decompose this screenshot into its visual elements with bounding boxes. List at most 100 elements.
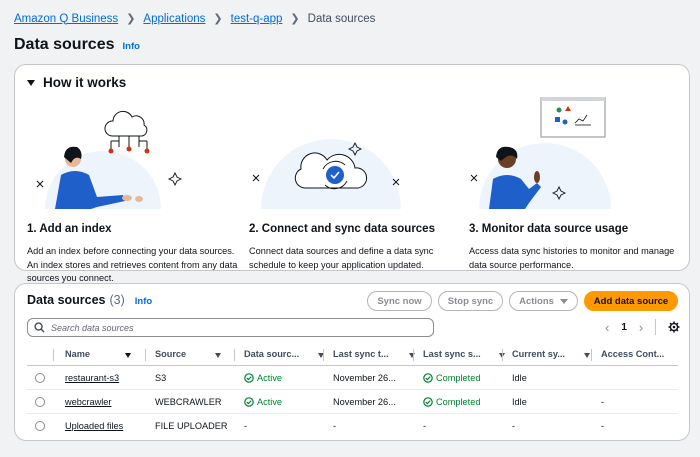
- chevron-right-icon: ❯: [126, 13, 136, 25]
- breadcrumb-amazon-q-business[interactable]: Amazon Q Business: [14, 13, 118, 25]
- column-header-name[interactable]: Name: [65, 349, 145, 359]
- column-header-last-sync-status[interactable]: Last sync s...: [423, 349, 505, 359]
- how-it-works-panel: How it works 1. Add an index Add an inde…: [14, 64, 690, 283]
- data-sources-title: Data sources: [27, 293, 106, 307]
- monitor-usage-illustration: [469, 97, 689, 215]
- sort-caret-icon: [409, 353, 415, 358]
- last-sync-status-cell: Completed: [423, 397, 480, 407]
- column-header-current-sync[interactable]: Current sy...: [512, 349, 592, 359]
- search-box: [27, 318, 434, 337]
- pager-divider: [655, 319, 657, 335]
- search-icon: [34, 322, 45, 333]
- column-header-data-source-status[interactable]: Data sourc...: [244, 349, 324, 359]
- column-header-source[interactable]: Source: [155, 349, 237, 359]
- page-title: Data sources: [14, 36, 115, 53]
- last-sync-time-cell: November 26...: [333, 373, 396, 383]
- last-sync-status-cell: -: [423, 421, 427, 431]
- column-separator: [413, 349, 414, 361]
- how-it-works-title: How it works: [43, 75, 127, 90]
- step-title: 1. Add an index: [27, 223, 112, 235]
- current-sync-cell: Idle: [512, 373, 527, 383]
- access-control-cell: -: [601, 421, 605, 431]
- stop-sync-label: Stop sync: [447, 295, 494, 307]
- row-select-radio[interactable]: [35, 421, 45, 431]
- data-source-status-cell: Active: [244, 373, 282, 383]
- breadcrumb: Amazon Q Business ❯ Applications ❯ test-…: [14, 12, 376, 26]
- table-header: Name Source Data sourc... Last sync t...…: [27, 344, 678, 366]
- pagination: ‹ 1 ›: [605, 319, 680, 335]
- last-sync-time-cell: November 26...: [333, 397, 396, 407]
- source-cell: WEBCRAWLER: [155, 397, 222, 407]
- step-description: Access data sync histories to monitor an…: [469, 246, 675, 270]
- sort-caret-icon: [215, 353, 221, 358]
- column-separator: [323, 349, 324, 361]
- row-select-radio[interactable]: [35, 397, 45, 407]
- breadcrumb-applications[interactable]: Applications: [143, 13, 205, 25]
- actions-label: Actions: [519, 295, 554, 307]
- sort-caret-icon: [584, 353, 590, 358]
- data-sources-count: (3): [109, 293, 125, 307]
- last-sync-status-cell: Completed: [423, 373, 480, 383]
- page-info-link[interactable]: Info: [123, 41, 140, 52]
- table-row: webcrawler WEBCRAWLER Active November 26…: [27, 390, 678, 414]
- stop-sync-button[interactable]: Stop sync: [438, 291, 503, 311]
- data-sources-info-link[interactable]: Info: [135, 296, 152, 307]
- caret-down-icon: [27, 79, 35, 86]
- breadcrumb-current: Data sources: [307, 12, 376, 25]
- data-sources-panel: Data sources (3) Info Sync now Stop sync…: [14, 283, 690, 441]
- data-source-name-link[interactable]: Uploaded files: [65, 421, 123, 431]
- caret-down-icon: [559, 298, 568, 304]
- step-description: Add an index before connecting your data…: [27, 246, 238, 283]
- data-source-name-link[interactable]: restaurant-s3: [65, 373, 119, 383]
- data-sources-header: Data sources (3) Info: [27, 293, 152, 307]
- page-header: Data sources Info: [14, 36, 140, 54]
- step-add-index: 1. Add an index Add an index before conn…: [27, 97, 247, 283]
- add-data-source-button[interactable]: Add data source: [584, 291, 678, 311]
- source-cell: FILE UPLOADER: [155, 421, 228, 431]
- column-separator: [53, 349, 54, 361]
- step-connect-sync: 2. Connect and sync data sources Connect…: [249, 97, 469, 270]
- data-source-status-cell: Active: [244, 397, 282, 407]
- column-header-access-control[interactable]: Access Cont...: [601, 349, 678, 359]
- column-separator: [234, 349, 235, 361]
- sort-caret-icon: [125, 353, 131, 358]
- add-index-illustration: [27, 97, 247, 215]
- current-sync-cell: -: [512, 421, 516, 431]
- table-row: restaurant-s3 S3 Active November 26... C…: [27, 366, 678, 390]
- gear-icon[interactable]: [668, 321, 680, 333]
- chevron-right-icon: ❯: [213, 13, 223, 25]
- check-circle-icon: [244, 373, 254, 383]
- column-separator: [591, 349, 592, 361]
- access-control-cell: -: [601, 397, 605, 407]
- chevron-left-icon[interactable]: ‹: [605, 320, 609, 335]
- current-sync-cell: Idle: [512, 397, 527, 407]
- step-description: Connect data sources and define a data s…: [249, 246, 434, 270]
- step-monitor-usage: 3. Monitor data source usage Access data…: [469, 97, 689, 270]
- breadcrumb-test-q-app[interactable]: test-q-app: [231, 13, 283, 25]
- search-input[interactable]: [51, 322, 411, 333]
- how-it-works-toggle[interactable]: How it works: [27, 75, 126, 90]
- chevron-right-icon: ❯: [290, 13, 300, 25]
- data-sources-table: Name Source Data sourc... Last sync t...…: [27, 344, 678, 438]
- step-title: 3. Monitor data source usage: [469, 223, 629, 235]
- column-separator: [145, 349, 146, 361]
- sync-now-button[interactable]: Sync now: [367, 291, 432, 311]
- check-circle-icon: [244, 397, 254, 407]
- row-select-radio[interactable]: [35, 373, 45, 383]
- source-cell: S3: [155, 373, 167, 383]
- column-header-last-sync-time[interactable]: Last sync t...: [333, 349, 415, 359]
- actions-dropdown-button[interactable]: Actions: [509, 291, 578, 311]
- column-separator: [502, 349, 503, 361]
- sync-now-label: Sync now: [377, 295, 422, 307]
- chevron-right-icon[interactable]: ›: [639, 320, 643, 335]
- page-number[interactable]: 1: [621, 322, 627, 333]
- check-circle-icon: [423, 397, 433, 407]
- data-source-name-link[interactable]: webcrawler: [65, 397, 111, 407]
- connect-sync-illustration: [249, 97, 469, 215]
- last-sync-time-cell: -: [333, 421, 337, 431]
- check-circle-icon: [423, 373, 433, 383]
- step-title: 2. Connect and sync data sources: [249, 223, 435, 235]
- data-source-status-cell: -: [244, 421, 248, 431]
- add-data-source-label: Add data source: [593, 295, 669, 307]
- table-row: Uploaded files FILE UPLOADER - - - - -: [27, 414, 678, 438]
